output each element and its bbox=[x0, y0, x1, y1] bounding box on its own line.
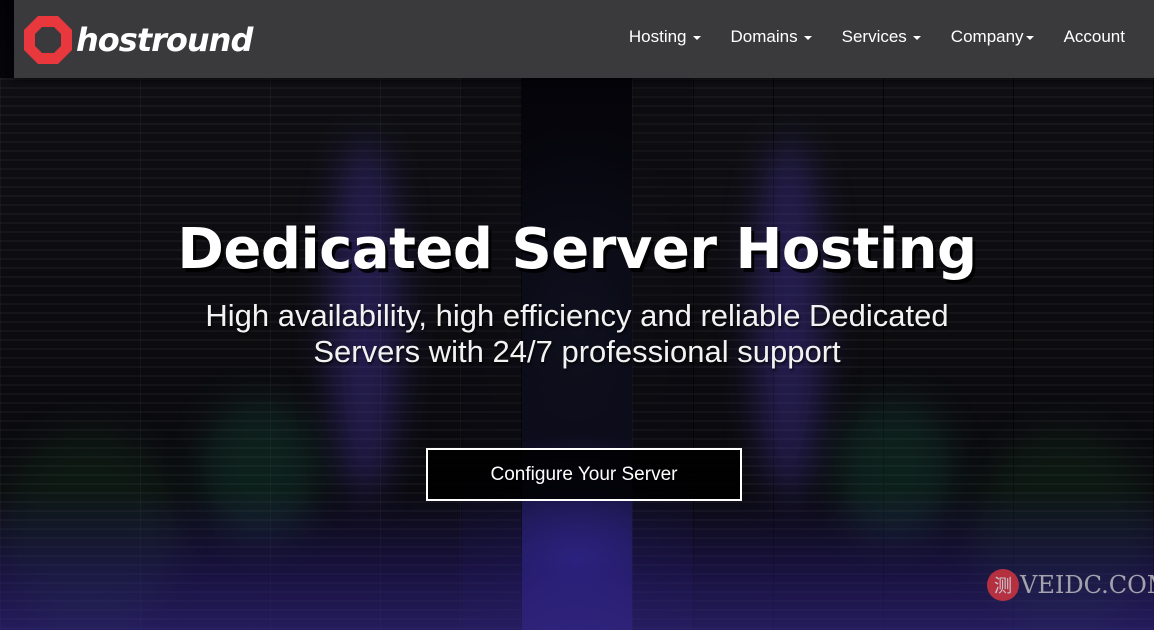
caret-down-icon bbox=[912, 36, 921, 40]
nav-item-label: Company bbox=[950, 27, 1024, 46]
configure-server-button[interactable]: Configure Your Server bbox=[426, 448, 742, 501]
logo-octagon-icon bbox=[24, 16, 72, 64]
nav-item-label: Account bbox=[1063, 27, 1125, 46]
caret-down-icon bbox=[692, 36, 701, 40]
svg-text:测: 测 bbox=[994, 576, 1012, 597]
main-nav: Hosting Domains Services Company Account bbox=[614, 0, 1140, 74]
caret-down-icon bbox=[803, 36, 812, 40]
hero-subtitle: High availability, high efficiency and r… bbox=[205, 298, 949, 369]
hero-title: Dedicated Server Hosting bbox=[177, 217, 977, 282]
nav-item-account[interactable]: Account bbox=[1049, 27, 1140, 47]
hero-section: Dedicated Server Hosting High availabili… bbox=[0, 210, 1154, 370]
nav-item-label: Services bbox=[841, 27, 907, 46]
page: hostround Hosting Domains Services Compa… bbox=[0, 0, 1154, 630]
nav-item-hosting[interactable]: Hosting bbox=[614, 27, 716, 47]
brand-logo[interactable]: hostround bbox=[22, 14, 253, 66]
watermark: 测 VEIDC.COM bbox=[986, 568, 1154, 602]
nav-item-domains[interactable]: Domains bbox=[716, 27, 827, 47]
site-header: hostround Hosting Domains Services Compa… bbox=[14, 0, 1154, 78]
nav-item-services[interactable]: Services bbox=[827, 27, 936, 47]
watermark-text: VEIDC.COM bbox=[1020, 571, 1154, 599]
watermark-seal-icon: 测 bbox=[987, 569, 1019, 601]
nav-item-label: Hosting bbox=[628, 27, 687, 46]
nav-item-company[interactable]: Company bbox=[936, 27, 1049, 47]
nav-item-label: Domains bbox=[730, 27, 798, 46]
caret-down-icon bbox=[1025, 36, 1034, 40]
brand-name: hostround bbox=[76, 21, 253, 59]
